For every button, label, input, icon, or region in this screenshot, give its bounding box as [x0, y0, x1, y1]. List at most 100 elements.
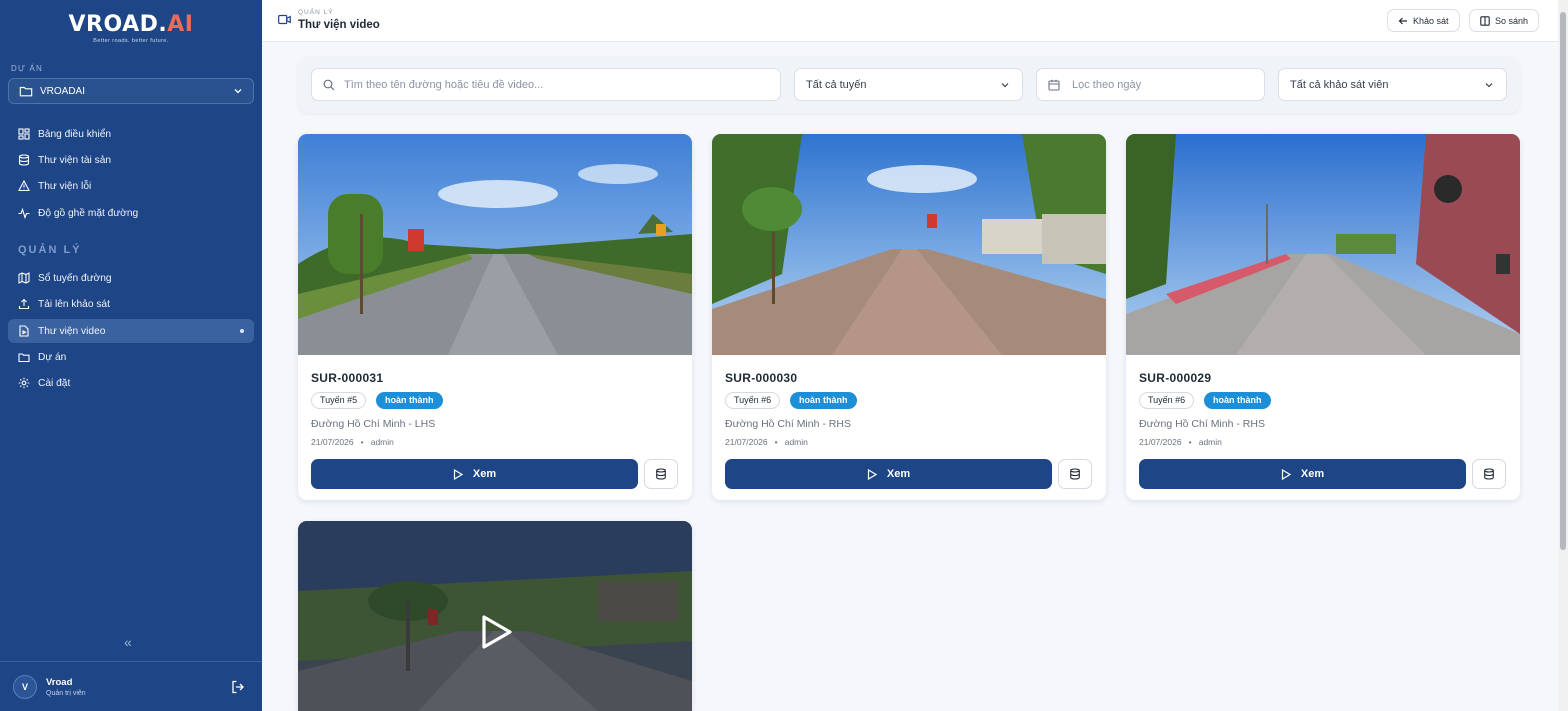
- status-badge: hoàn thành: [376, 392, 443, 409]
- date-filter[interactable]: Lọc theo ngày: [1036, 68, 1265, 101]
- compare-button[interactable]: So sánh: [1469, 9, 1540, 32]
- data-button[interactable]: [1058, 459, 1092, 489]
- search-icon: [323, 79, 335, 90]
- survey-date: 21/07/2026: [725, 437, 768, 447]
- meta-separator: •: [1188, 437, 1192, 447]
- status-badge: hoàn thành: [790, 392, 857, 409]
- search-input[interactable]: Tìm theo tên đường hoặc tiêu đề video...: [311, 68, 781, 101]
- route-tag: Tuyến #5: [311, 392, 367, 409]
- arrow-left-icon: [1398, 17, 1407, 24]
- nav-item-settings[interactable]: Cài đặt: [8, 371, 254, 395]
- section-label-manage: QUẢN LÝ: [18, 244, 82, 256]
- logo-tagline: Better roads. better future.: [93, 38, 169, 44]
- page-scrollbar[interactable]: [1558, 0, 1568, 711]
- card-meta: 21/07/2026 • admin: [725, 437, 808, 447]
- file-video-icon: [19, 325, 29, 337]
- card-meta: 21/07/2026 • admin: [1139, 437, 1222, 447]
- nav-item-roughness[interactable]: Độ gồ ghề mặt đường: [8, 201, 254, 225]
- survey-id: SUR-000031: [311, 371, 384, 385]
- surveyor-select-value: Tất cả khảo sát viên: [1290, 78, 1389, 91]
- nav-item-dashboard[interactable]: Bảng điều khiển: [8, 122, 254, 146]
- database-icon: [18, 154, 30, 166]
- project-select-value: VROADAI: [40, 85, 86, 97]
- video-card: [298, 521, 692, 711]
- back-button-label: Khảo sát: [1413, 15, 1449, 26]
- survey-user: admin: [370, 437, 394, 447]
- active-indicator: [240, 329, 244, 333]
- video-thumbnail[interactable]: [1126, 134, 1520, 355]
- breadcrumb-section: QUẢN LÝ: [298, 9, 334, 16]
- survey-user: admin: [1198, 437, 1222, 447]
- road-name: Đường Hồ Chí Minh - RHS: [725, 418, 851, 430]
- search-placeholder: Tìm theo tên đường hoặc tiêu đề video...: [344, 78, 544, 91]
- nav-item-upload-survey[interactable]: Tải lên khảo sát: [8, 292, 254, 316]
- route-tag: Tuyến #6: [1139, 392, 1195, 409]
- calendar-icon: [1048, 79, 1060, 91]
- user-role: Quản trị viên: [46, 689, 86, 697]
- database-icon: [656, 468, 666, 480]
- video-card: SUR-000029 Tuyến #6 hoàn thành Đường Hồ …: [1126, 134, 1520, 500]
- user-profile: V Vroad Quản trị viên: [0, 661, 262, 711]
- nav-item-asset-library[interactable]: Thư viện tài sản: [8, 148, 254, 172]
- view-button-label: Xem: [472, 468, 497, 480]
- user-info: Vroad Quản trị viên: [46, 677, 86, 697]
- view-button[interactable]: Xem: [1139, 459, 1466, 489]
- view-button-label: Xem: [886, 468, 911, 480]
- surveyor-select[interactable]: Tất cả khảo sát viên: [1278, 68, 1507, 101]
- video-icon: [278, 14, 291, 25]
- avatar[interactable]: V: [13, 674, 37, 699]
- status-badge: hoàn thành: [1204, 392, 1271, 409]
- view-button[interactable]: Xem: [725, 459, 1052, 489]
- survey-date: 21/07/2026: [1139, 437, 1182, 447]
- nav-item-label: Độ gồ ghề mặt đường: [38, 207, 139, 219]
- nav-item-projects[interactable]: Dự án: [8, 345, 254, 369]
- compare-button-label: So sánh: [1495, 15, 1529, 26]
- survey-id: SUR-000030: [725, 371, 798, 385]
- road-name: Đường Hồ Chí Minh - LHS: [311, 418, 436, 430]
- logout-icon[interactable]: [231, 680, 245, 694]
- video-card: SUR-000030 Tuyến #6 hoàn thành Đường Hồ …: [712, 134, 1106, 500]
- play-icon: [867, 468, 877, 480]
- folder-icon: [18, 353, 30, 363]
- nav-item-label: Sổ tuyến đường: [38, 272, 112, 284]
- nav-item-video-library[interactable]: Thư viện video: [8, 319, 254, 343]
- nav-item-label: Dự án: [38, 351, 67, 363]
- video-thumbnail[interactable]: [298, 134, 692, 355]
- nav-item-defect-library[interactable]: Thư viện lỗi: [8, 174, 254, 198]
- scrollbar-thumb[interactable]: [1560, 12, 1566, 550]
- chevron-down-icon: [1485, 82, 1493, 87]
- sidebar: VROAD.AI Better roads. better future. DỰ…: [0, 0, 262, 711]
- database-icon: [1484, 468, 1494, 480]
- nav-item-label: Thư viện tài sản: [38, 154, 112, 166]
- upload-icon: [18, 298, 30, 310]
- data-button[interactable]: [1472, 459, 1506, 489]
- video-card: SUR-000031 Tuyến #5 hoàn thành Đường Hồ …: [298, 134, 692, 500]
- card-meta: 21/07/2026 • admin: [311, 437, 394, 447]
- date-filter-placeholder: Lọc theo ngày: [1072, 78, 1142, 91]
- chevron-down-icon: [234, 89, 242, 94]
- meta-separator: •: [774, 437, 778, 447]
- brand-logo[interactable]: VROAD.AI Better roads. better future.: [0, 12, 262, 44]
- logo-text: VROAD.AI: [68, 12, 194, 37]
- data-button[interactable]: [644, 459, 678, 489]
- chevron-down-icon: [1001, 82, 1009, 87]
- view-button-label: Xem: [1300, 468, 1325, 480]
- video-thumbnail[interactable]: [712, 134, 1106, 355]
- nav-item-label: Tải lên khảo sát: [38, 298, 110, 310]
- back-to-survey-button[interactable]: Khảo sát: [1387, 9, 1460, 32]
- nav-item-label: Bảng điều khiển: [38, 128, 112, 140]
- activity-icon: [18, 207, 30, 219]
- route-select[interactable]: Tất cả tuyến: [794, 68, 1023, 101]
- page-title: Thư viện video: [298, 19, 380, 31]
- project-select[interactable]: VROADAI: [8, 78, 254, 104]
- warning-icon: [18, 180, 30, 192]
- map-icon: [18, 272, 30, 284]
- nav-item-route-book[interactable]: Sổ tuyến đường: [8, 266, 254, 290]
- user-name: Vroad: [46, 676, 73, 688]
- collapse-sidebar-button[interactable]: «: [124, 634, 132, 650]
- video-thumbnail[interactable]: [298, 521, 692, 711]
- play-icon: [453, 468, 463, 480]
- survey-id: SUR-000029: [1139, 371, 1212, 385]
- meta-separator: •: [360, 437, 364, 447]
- view-button[interactable]: Xem: [311, 459, 638, 489]
